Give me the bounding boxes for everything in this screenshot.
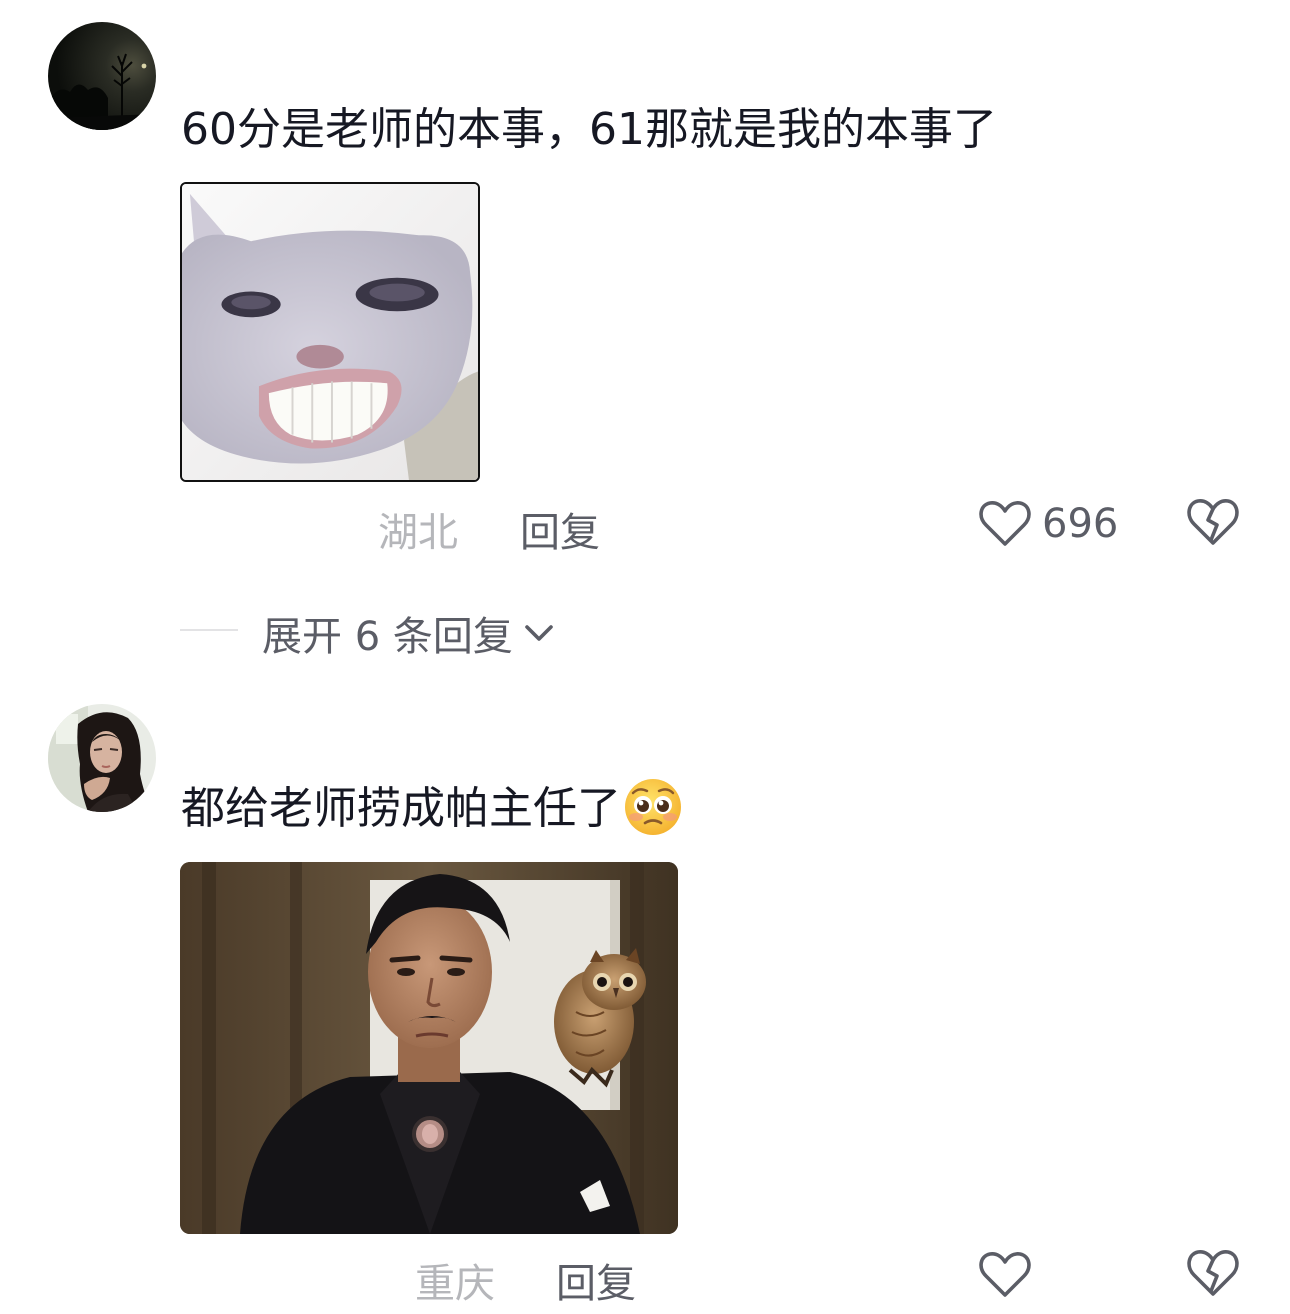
broken-heart-icon [1187, 1250, 1239, 1296]
comment-text-body: 都给老师捞成帕主任了 [181, 783, 621, 834]
location-label: 湖北 [378, 510, 458, 556]
chevron-down-icon [525, 625, 553, 641]
divider-line [180, 629, 238, 631]
comment-text: 都给老师捞成帕主任了 [181, 779, 683, 841]
dislike-button[interactable] [1186, 1247, 1240, 1299]
like-count: 696 [1042, 501, 1119, 547]
comment-meta: 湖北 回复 696 [0, 492, 1290, 556]
expand-replies-button[interactable]: 展开 6 条回复 [262, 604, 557, 662]
expand-replies-label: 展开 6 条回复 [262, 614, 513, 660]
pleading-face-emoji [623, 777, 683, 837]
location-label: 重庆 [415, 1261, 495, 1307]
like-button[interactable]: 696 [978, 496, 1118, 552]
reply-button[interactable]: 回复 [556, 1251, 636, 1309]
like-button[interactable] [978, 1247, 1042, 1303]
comment-text: 60分是老师的本事，61那就是我的本事了 [181, 104, 997, 155]
avatar-image [48, 22, 156, 130]
cat-meme-illustration [182, 184, 478, 480]
heart-outline-icon [979, 1252, 1031, 1297]
user-avatar[interactable] [48, 704, 156, 812]
meme-image[interactable] [180, 182, 480, 482]
dislike-button[interactable] [1186, 496, 1240, 548]
meme-image[interactable] [180, 862, 678, 1234]
comment-meta: 重庆 回复 [0, 1243, 1290, 1307]
reply-button[interactable]: 回复 [520, 500, 600, 558]
expand-replies-row: 展开 6 条回复 [0, 600, 1290, 660]
heart-outline-icon [979, 501, 1031, 546]
avatar-image [48, 704, 156, 812]
user-avatar[interactable] [48, 22, 156, 130]
man-with-owl-illustration [180, 862, 678, 1234]
broken-heart-icon [1187, 499, 1239, 545]
